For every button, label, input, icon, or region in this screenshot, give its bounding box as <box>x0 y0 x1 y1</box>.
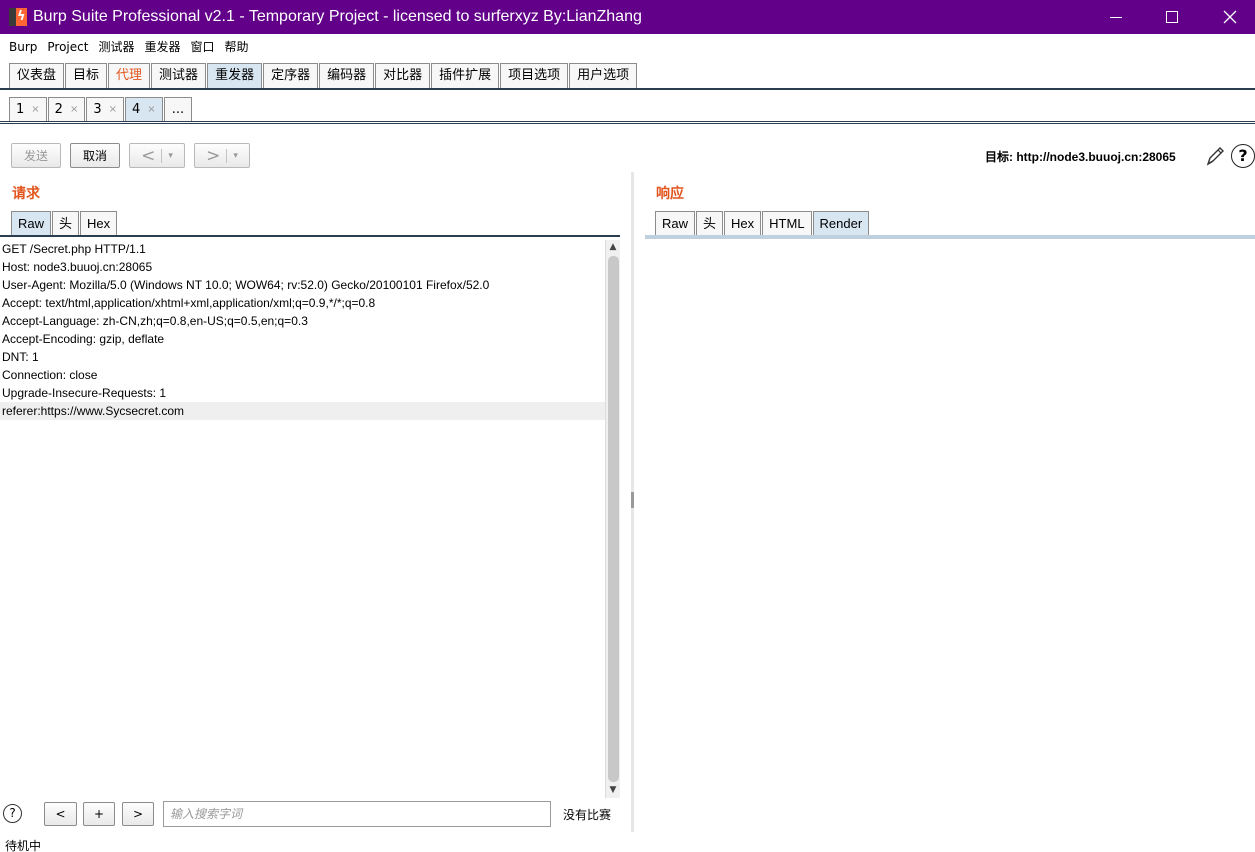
repeater-tab-2[interactable]: 2 × <box>47 97 86 121</box>
back-dropdown-icon[interactable]: ▾ <box>168 151 173 161</box>
target-label: 目标: <box>985 150 1013 164</box>
request-line: Upgrade-Insecure-Requests: 1 <box>2 386 167 400</box>
cancel-button[interactable]: 取消 <box>70 143 120 168</box>
send-button[interactable]: 发送 <box>11 143 61 168</box>
request-line: Accept-Encoding: gzip, deflate <box>2 332 165 346</box>
main-tabs-divider <box>0 88 1255 90</box>
forward-arrow-icon: > <box>206 145 221 166</box>
burp-logo-icon: ϟ <box>9 8 27 26</box>
tab-target[interactable]: 目标 <box>65 63 108 88</box>
minimize-icon <box>1110 16 1122 18</box>
title-bar: ϟ Burp Suite Professional v2.1 - Tempora… <box>0 0 1255 34</box>
response-tab-headers[interactable]: 头 <box>696 211 724 236</box>
minimize-button[interactable] <box>1093 0 1139 34</box>
response-tabs-divider <box>645 235 1255 239</box>
repeater-tabs: 1 × 2 × 3 × 4 × ... <box>9 97 193 121</box>
splitter-grip[interactable] <box>631 492 634 508</box>
search-help-icon[interactable]: ? <box>3 804 22 823</box>
forward-button[interactable]: > ▾ <box>194 143 250 168</box>
tab-intruder[interactable]: 测试器 <box>151 63 207 88</box>
close-window-button[interactable] <box>1207 0 1253 34</box>
repeater-tabs-divider <box>0 121 1255 124</box>
edit-target-button[interactable] <box>1204 144 1226 168</box>
tab-proxy[interactable]: 代理 <box>108 63 151 88</box>
request-title: 请求 <box>12 186 40 202</box>
tab-user-options[interactable]: 用户选项 <box>569 63 638 88</box>
pencil-icon <box>1206 147 1224 166</box>
response-tab-raw[interactable]: Raw <box>655 211 696 236</box>
repeater-tab-4[interactable]: 4 × <box>125 97 163 121</box>
tab-decoder[interactable]: 编码器 <box>319 63 375 88</box>
repeater-tab-1[interactable]: 1 × <box>9 97 47 121</box>
maximize-icon <box>1166 11 1178 23</box>
tab-comparer[interactable]: 对比器 <box>375 63 431 88</box>
request-line: Accept: text/html,application/xhtml+xml,… <box>2 296 376 310</box>
tab-project-options[interactable]: 项目选项 <box>500 63 569 88</box>
response-tab-render[interactable]: Render <box>812 211 870 236</box>
menu-window[interactable]: 窗口 <box>185 34 219 60</box>
status-text: 待机中 <box>5 839 42 852</box>
menu-burp[interactable]: Burp <box>4 34 42 60</box>
tab-sequencer[interactable]: 定序器 <box>263 63 319 88</box>
request-editor[interactable]: GET /Secret.php HTTP/1.1 Host: node3.buu… <box>0 240 605 798</box>
response-tab-html[interactable]: HTML <box>762 211 812 236</box>
repeater-tab-label: 3 <box>93 101 102 117</box>
scrollbar-thumb[interactable] <box>608 256 619 782</box>
search-add-button[interactable]: + <box>83 802 115 826</box>
request-tabs-divider <box>0 235 620 237</box>
response-view-tabs: Raw 头 Hex HTML Render <box>655 211 870 236</box>
close-icon <box>1223 10 1237 24</box>
request-tab-raw[interactable]: Raw <box>11 211 52 236</box>
repeater-tab-3[interactable]: 3 × <box>86 97 125 121</box>
request-line: GET /Secret.php HTTP/1.1 <box>2 242 146 256</box>
back-button[interactable]: < ▾ <box>129 143 185 168</box>
scroll-down-icon[interactable]: ▼ <box>606 783 620 798</box>
search-input[interactable]: 输入搜索字词 <box>163 801 551 827</box>
close-tab-icon[interactable]: × <box>147 99 155 121</box>
back-arrow-icon: < <box>141 145 156 166</box>
search-result-label: 没有比赛 <box>563 808 612 822</box>
search-prev-button[interactable]: < <box>44 802 77 826</box>
repeater-tab-label: 1 <box>16 101 25 117</box>
repeater-tab-label: 2 <box>54 101 63 117</box>
menu-help[interactable]: 帮助 <box>220 34 254 60</box>
response-tab-hex[interactable]: Hex <box>724 211 762 236</box>
tab-repeater[interactable]: 重发器 <box>207 63 263 88</box>
tab-extender[interactable]: 插件扩展 <box>431 63 500 88</box>
target-display: 目标: http://node3.buuoj.cn:28065 <box>985 148 1176 165</box>
window-title: Burp Suite Professional v2.1 - Temporary… <box>33 8 642 25</box>
request-tab-headers[interactable]: 头 <box>52 211 80 236</box>
help-icon[interactable]: ? <box>1231 144 1255 168</box>
request-tab-hex[interactable]: Hex <box>80 211 118 236</box>
menu-bar: Burp Project 测试器 重发器 窗口 帮助 <box>0 34 1255 60</box>
request-line-current: referer:https://www.Sycsecret.com <box>0 402 605 420</box>
menu-repeater[interactable]: 重发器 <box>139 34 185 60</box>
maximize-button[interactable] <box>1149 0 1195 34</box>
menu-intruder[interactable]: 测试器 <box>93 34 139 60</box>
close-tab-icon[interactable]: × <box>70 99 78 121</box>
panel-splitter[interactable] <box>631 172 634 832</box>
request-line: Accept-Language: zh-CN,zh;q=0.8,en-US;q=… <box>2 314 308 328</box>
request-line: DNT: 1 <box>2 350 39 364</box>
close-tab-icon[interactable]: × <box>109 99 117 121</box>
request-view-tabs: Raw 头 Hex <box>11 211 118 236</box>
request-line: User-Agent: Mozilla/5.0 (Windows NT 10.0… <box>2 278 490 292</box>
request-line: Host: node3.buuoj.cn:28065 <box>2 260 153 274</box>
scroll-up-icon[interactable]: ▲ <box>606 240 620 255</box>
search-next-button[interactable]: > <box>122 802 154 826</box>
target-url: http://node3.buuoj.cn:28065 <box>1016 150 1176 164</box>
tab-dashboard[interactable]: 仪表盘 <box>9 63 65 88</box>
request-line: Connection: close <box>2 368 98 382</box>
menu-project[interactable]: Project <box>42 34 93 60</box>
main-tabs: 仪表盘 目标 代理 测试器 重发器 定序器 编码器 对比器 插件扩展 项目选项 … <box>9 63 638 89</box>
request-scrollbar[interactable]: ▲ ▼ <box>605 240 620 798</box>
close-tab-icon[interactable]: × <box>31 99 39 121</box>
repeater-tab-label: 4 <box>132 101 141 117</box>
response-title: 响应 <box>656 186 684 202</box>
forward-dropdown-icon[interactable]: ▾ <box>233 151 238 161</box>
new-repeater-tab[interactable]: ... <box>163 97 193 121</box>
